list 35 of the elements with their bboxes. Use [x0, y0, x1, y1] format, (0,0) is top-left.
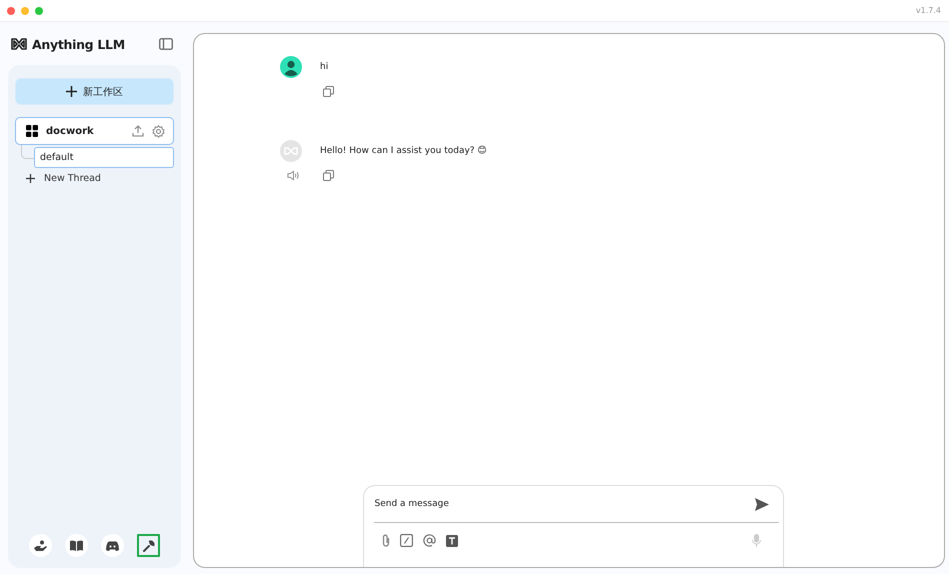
mention-icon[interactable]: [422, 534, 436, 547]
sidebar-toggle-icon[interactable]: [159, 38, 173, 50]
workspace-name: docwork: [46, 126, 95, 136]
thread-item[interactable]: default: [34, 147, 174, 168]
plus-icon: [66, 86, 77, 97]
app-version: v1.7.4: [916, 6, 941, 15]
plus-icon: [26, 174, 35, 183]
user-avatar-icon: [280, 56, 302, 78]
slash-command-icon[interactable]: [400, 534, 412, 547]
settings-button[interactable]: [137, 534, 160, 557]
speaker-icon[interactable]: [287, 170, 299, 181]
send-icon[interactable]: [754, 498, 768, 510]
community-button[interactable]: [29, 534, 52, 557]
copy-icon[interactable]: [323, 170, 334, 181]
game-controller-icon: [106, 540, 119, 550]
settings-icon[interactable]: [152, 124, 165, 138]
message-input[interactable]: Send a message: [374, 499, 754, 509]
discord-button[interactable]: [101, 534, 124, 557]
text-format-icon[interactable]: [446, 534, 458, 546]
hand-icon: [34, 540, 47, 552]
grid-icon: [26, 125, 38, 137]
message-text: hi: [320, 62, 328, 72]
assistant-avatar-icon: [280, 140, 302, 162]
app-logo-text: Anything LLM: [32, 36, 125, 52]
message-text: Hello! How can I assist you today? 😊: [320, 146, 487, 156]
copy-icon[interactable]: [323, 86, 334, 97]
book-icon: [70, 540, 83, 551]
attachment-icon[interactable]: [382, 534, 390, 547]
workspace-item[interactable]: docwork: [15, 117, 174, 145]
logo-icon: [11, 38, 27, 50]
close-window-button[interactable]: [7, 6, 15, 14]
upload-icon[interactable]: [132, 125, 144, 137]
new-thread-button[interactable]: New Thread: [15, 171, 101, 184]
new-workspace-button[interactable]: 新工作区: [15, 78, 174, 105]
docs-button[interactable]: [65, 534, 88, 557]
